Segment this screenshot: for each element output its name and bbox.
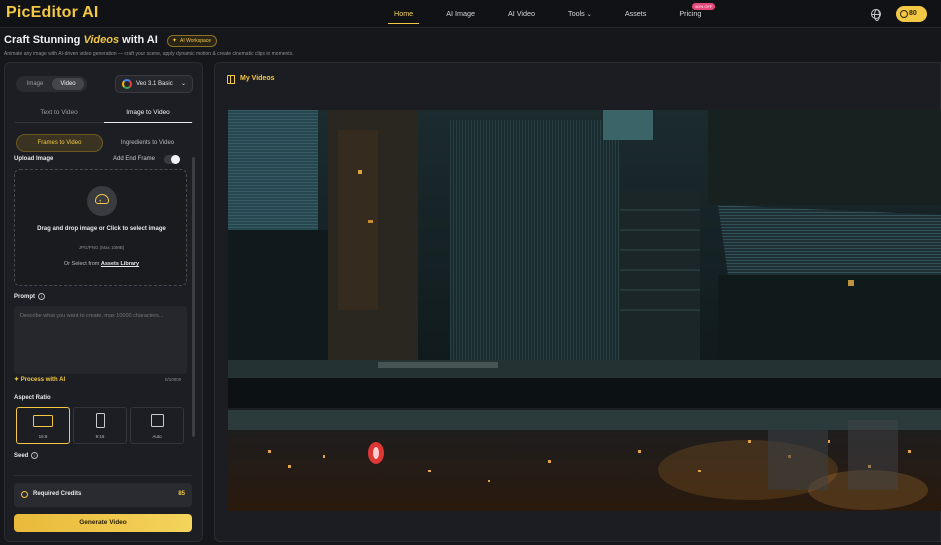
end-frame-label: Add End Frame bbox=[113, 156, 156, 162]
assets-library-hint: Or Select from Assets Library bbox=[63, 261, 140, 267]
generation-panel: Image Video Veo 3.1 Basic ⌄ Text to Vide… bbox=[4, 62, 203, 542]
nav-item-ai-image[interactable]: AI Image bbox=[438, 0, 483, 28]
required-credits-value: 85 bbox=[178, 491, 185, 497]
my-videos-title: My Videos bbox=[227, 75, 275, 84]
top-nav-bar: PicEditor AI Home AI Image AI Video Tool… bbox=[0, 0, 941, 28]
page-subtitle: Animate any image with AI-driven video g… bbox=[4, 51, 294, 57]
video-preview[interactable] bbox=[228, 110, 941, 511]
coin-icon bbox=[900, 10, 908, 18]
model-select[interactable]: Veo 3.1 Basic ⌄ bbox=[115, 75, 193, 93]
sparkle-icon: ✦ bbox=[172, 38, 178, 44]
tab-text-to-video[interactable]: Text to Video bbox=[15, 103, 103, 123]
nav-item-pricing[interactable]: Pricing 50% OFF bbox=[671, 0, 716, 28]
main-nav: Home AI Image AI Video Tools ⌄ Assets Pri… bbox=[386, 0, 726, 28]
end-frame-toggle[interactable] bbox=[164, 155, 180, 164]
upload-format-hint: JPG/PNG (Max 10MB) bbox=[78, 245, 125, 250]
portrait-icon bbox=[96, 413, 105, 428]
ratio-auto-option[interactable]: Auto bbox=[130, 407, 184, 444]
nav-item-assets[interactable]: Assets bbox=[617, 0, 655, 28]
credits-button[interactable]: 80 bbox=[896, 6, 927, 22]
seed-label: Seed i bbox=[14, 452, 39, 459]
nav-item-home[interactable]: Home bbox=[386, 0, 421, 28]
mode-image-button[interactable]: Image bbox=[20, 78, 50, 90]
chevron-down-icon: ⌄ bbox=[586, 12, 592, 18]
input-type-tabs: Text to Video Image to Video bbox=[15, 103, 193, 123]
subtab-ingredients-to-video[interactable]: Ingredients to Video bbox=[104, 134, 191, 152]
coin-icon bbox=[21, 491, 28, 498]
generate-video-button[interactable]: Generate Video bbox=[14, 514, 192, 532]
media-type-switch: Image Video bbox=[16, 76, 87, 92]
landscape-icon bbox=[33, 415, 53, 427]
app-logo[interactable]: PicEditor AI bbox=[6, 4, 99, 22]
google-icon bbox=[122, 79, 132, 89]
subtab-frames-to-video[interactable]: Frames to Video bbox=[16, 134, 103, 152]
chevron-down-icon: ⌄ bbox=[180, 81, 186, 87]
panel-scrollbar[interactable] bbox=[192, 157, 195, 437]
char-counter: 0/10000 bbox=[165, 377, 182, 382]
page-title: Craft Stunning Videos with AI bbox=[4, 34, 158, 46]
upload-image-label: Upload Image bbox=[14, 156, 54, 162]
required-credits-row: Required Credits 85 bbox=[14, 483, 192, 507]
nav-item-tools[interactable]: Tools ⌄ bbox=[560, 0, 600, 28]
mode-video-button[interactable]: Video bbox=[52, 78, 84, 90]
aspect-ratio-label: Aspect Ratio bbox=[14, 395, 51, 401]
video-frame-image bbox=[228, 110, 941, 511]
credits-count: 80 bbox=[909, 10, 917, 17]
info-icon[interactable]: i bbox=[38, 293, 45, 300]
image-upload-dropzone[interactable]: ↑ Drag and drop image or Click to select… bbox=[14, 169, 187, 286]
assets-library-link[interactable]: Assets Library bbox=[101, 261, 139, 267]
ai-workspace-badge[interactable]: ✦ AI Workspace bbox=[167, 35, 218, 47]
prompt-label: Prompt i bbox=[14, 293, 45, 300]
tab-image-to-video[interactable]: Image to Video bbox=[104, 103, 192, 123]
sparkle-icon: ✦ bbox=[14, 377, 21, 383]
prompt-input[interactable] bbox=[14, 306, 187, 374]
image-mode-tabs: Frames to Video Ingredients to Video bbox=[15, 134, 191, 152]
ratio-9-16-option[interactable]: 9:16 bbox=[73, 407, 127, 444]
process-with-ai-button[interactable]: ✦ Process with AI bbox=[14, 376, 65, 383]
ratio-16-9-option[interactable]: 16:9 bbox=[16, 407, 70, 444]
square-icon bbox=[151, 414, 164, 427]
divider bbox=[14, 475, 192, 476]
upload-icon: ↑ bbox=[87, 186, 117, 216]
globe-icon[interactable] bbox=[871, 9, 881, 21]
upload-instructions: Drag and drop image or Click to select i… bbox=[37, 226, 166, 232]
info-icon[interactable]: i bbox=[31, 452, 39, 459]
discount-badge: 50% OFF bbox=[692, 3, 716, 10]
nav-item-ai-video[interactable]: AI Video bbox=[500, 0, 543, 28]
my-videos-panel: My Videos bbox=[214, 62, 941, 542]
film-icon bbox=[227, 75, 235, 84]
